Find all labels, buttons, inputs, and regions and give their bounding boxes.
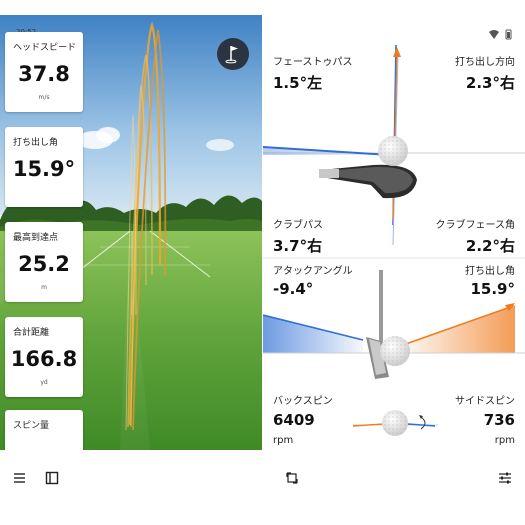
stat-card-spin[interactable]: スピン量 [5,410,83,450]
range-view: 20:52 ヘッドスピード 37.8 m/s 打ち出し角 15.9° 最高到達点… [0,15,262,450]
side-spin-unit: rpm [494,435,515,446]
wifi-icon [489,30,499,39]
stat-unit: m/s [38,94,50,101]
back-spin-unit: rpm [273,435,294,446]
settings-button[interactable] [497,470,513,486]
course-flag-button[interactable] [217,38,249,70]
stat-value: 15.9° [12,157,76,181]
attack-angle-label: アタックアングル [273,266,353,277]
launch-direction-value: 2.3°右 [465,74,515,92]
stat-card-apex[interactable]: 最高到達点 25.2 m [5,222,83,302]
face-to-path-label: フェーストゥパス [273,57,353,68]
side-spin-value: 736 [483,411,515,429]
menu-icon [14,473,25,483]
stat-unit: m [41,284,47,291]
sliders-icon [499,472,511,484]
golf-flag-icon [225,46,238,64]
swap-view-button[interactable] [284,470,300,486]
stat-value: 166.8 [10,347,78,371]
club-face-angle-value: 2.2°右 [465,237,515,255]
stat-value: 37.8 [18,62,70,86]
club-face-angle-label: クラブフェース角 [435,220,516,231]
launch-angle-value: 15.9° [470,280,515,298]
back-spin-label: バックスピン [273,396,333,407]
club-path-label: クラブパス [273,220,323,231]
stat-card-total-distance[interactable]: 合計距離 166.8 yd [5,317,83,397]
stat-label: スピン量 [13,421,50,431]
stat-label: 最高到達点 [13,233,59,243]
sidebar-toggle-button[interactable] [44,470,60,486]
launch-direction-label: 打ち出し方向 [455,57,515,68]
back-spin-value: 6409 [273,411,315,429]
club-data-panel: フェーストゥパス 1.5°左 打ち出し方向 2.3°右 クラブパス 3.7°右 … [263,15,525,450]
sidebar-toggle-icon [45,471,59,485]
menu-button[interactable] [12,470,28,486]
stat-card-launch-angle[interactable]: 打ち出し角 15.9° [5,127,83,207]
stat-value: 25.2 [18,252,70,276]
launch-angle-label: 打ち出し角 [465,266,515,277]
bottom-toolbar [0,450,525,510]
swap-view-icon [286,472,298,484]
side-spin-label: サイドスピン [455,396,515,407]
stat-label: ヘッドスピード [13,43,77,53]
stat-card-head-speed[interactable]: ヘッドスピード 37.8 m/s [5,32,83,112]
attack-angle-value: -9.4° [273,280,314,298]
status-icons [487,26,515,40]
club-path-value: 3.7°右 [273,237,323,255]
stat-unit: yd [40,379,48,386]
face-to-path-value: 1.5°左 [273,74,323,92]
stat-label: 合計距離 [13,328,50,338]
stat-label: 打ち出し角 [13,138,59,148]
